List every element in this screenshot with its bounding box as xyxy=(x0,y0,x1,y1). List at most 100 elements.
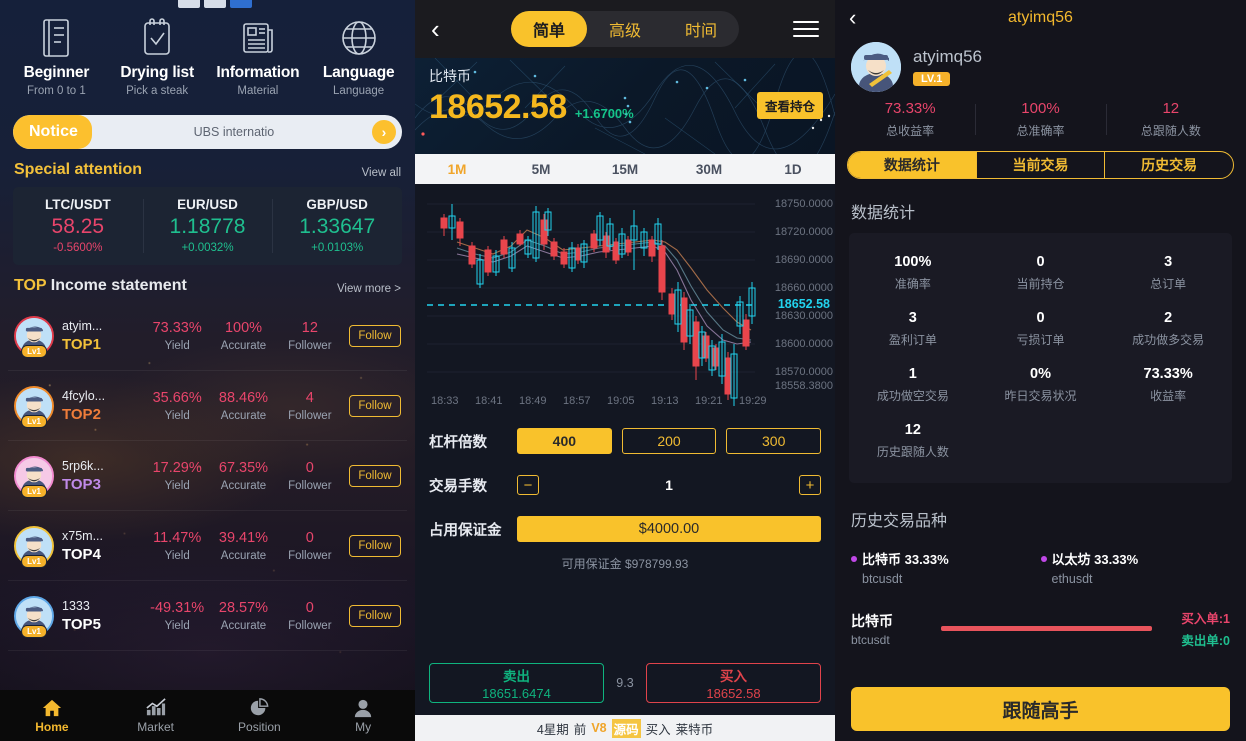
y-axis-tick: 18750.0000 xyxy=(774,198,833,210)
segment-time[interactable]: 时间 xyxy=(663,11,739,47)
decrement-button[interactable]: − xyxy=(517,475,539,495)
segment-simple[interactable]: 简单 xyxy=(510,11,587,47)
x-axis: 18:33 18:41 18:49 18:57 19:05 19:13 19:2… xyxy=(415,395,835,407)
quick-action-drying-list[interactable]: Drying list Pick a steak xyxy=(107,14,208,97)
follow-master-button[interactable]: 跟随高手 xyxy=(851,687,1230,731)
view-more-link[interactable]: View more > xyxy=(337,283,401,295)
tab-current-trades[interactable]: 当前交易 xyxy=(977,152,1106,178)
trader-yield: 35.66% Yield xyxy=(144,390,210,422)
timeframe-1m[interactable]: 1M xyxy=(415,162,499,177)
trade-ticker-footer: 4星期 前 V8 源码 买入 莱特币 xyxy=(415,715,835,741)
pair-change: -0.5600% xyxy=(53,242,103,254)
window-close-button[interactable] xyxy=(230,0,252,8)
value: 17.29% xyxy=(152,459,202,476)
leverage-option-300[interactable]: 300 xyxy=(726,428,822,454)
tab-market[interactable]: Market xyxy=(104,690,208,741)
timeframe-1d[interactable]: 1D xyxy=(751,162,835,177)
stat-cell: 73.33% 收益率 xyxy=(1104,357,1232,413)
stat-cell: 1 成功做空交易 xyxy=(849,357,977,413)
back-icon[interactable]: ‹ xyxy=(431,16,457,42)
window-minimize-button[interactable] xyxy=(178,0,200,8)
follow-button[interactable]: Follow xyxy=(348,464,401,487)
value: 12 xyxy=(1162,100,1180,117)
profile-stat: 100% 总准确率 xyxy=(975,100,1105,139)
quick-action-sub: Material xyxy=(237,85,279,97)
quick-action-title: Information xyxy=(216,64,300,81)
quick-action-beginner[interactable]: Beginner From 0 to 1 xyxy=(6,14,107,97)
trader-identity: atyim... TOP1 xyxy=(62,319,144,353)
sell-button[interactable]: 卖出 18651.6474 xyxy=(429,663,604,703)
menu-icon[interactable] xyxy=(792,21,819,37)
label: 成功做多交易 xyxy=(1132,333,1205,347)
timeframe-15m[interactable]: 15M xyxy=(583,162,667,177)
tab-position[interactable]: Position xyxy=(208,690,312,741)
timeframe-5m[interactable]: 5M xyxy=(499,162,583,177)
tab-history-trades[interactable]: 历史交易 xyxy=(1105,152,1233,178)
window-maximize-button[interactable] xyxy=(204,0,226,8)
avatar-wrap: Lv1 xyxy=(14,385,54,428)
chevron-right-icon[interactable]: › xyxy=(372,120,396,144)
quick-action-information[interactable]: Information Material xyxy=(208,14,309,97)
variety-item: 比特币 33.33% btcusdt xyxy=(851,549,1041,586)
varieties-legend: 比特币 33.33% btcusdt 以太坊 33.33% ethusdt xyxy=(835,539,1246,586)
trader-follower: 0 Follower xyxy=(277,600,343,632)
list-item[interactable]: Lv1 4fcylo... TOP2 35.66% Yield 88.46% A… xyxy=(8,371,407,441)
bottom-tab-bar: Home Market Position My xyxy=(0,690,415,741)
follow-button[interactable]: Follow xyxy=(348,604,401,627)
profile-username: atyimq56 xyxy=(913,47,982,66)
pair-card[interactable]: EUR/USD 1.18778 +0.0032% xyxy=(142,187,273,265)
value: 4 xyxy=(305,389,314,406)
label: 成功做空交易 xyxy=(876,389,949,403)
avatar-wrap: Lv1 xyxy=(14,455,54,498)
value: 12 xyxy=(301,319,318,336)
value: 35.66% xyxy=(152,389,202,406)
buy-orders-count: 买入单:1 xyxy=(1181,612,1230,626)
y-axis-tick: 18630.0000 xyxy=(774,310,833,322)
follow-button[interactable]: Follow xyxy=(348,394,401,417)
window-controls[interactable] xyxy=(178,0,252,8)
level-badge: Lv1 xyxy=(21,414,47,428)
list-item[interactable]: Lv1 1333 TOP5 -49.31% Yield 28.57% Accur… xyxy=(8,581,407,651)
variety-head: 比特币 33.33% xyxy=(851,549,1041,568)
list-item[interactable]: Lv1 x75m... TOP4 11.47% Yield 39.41% Acc… xyxy=(8,511,407,581)
tab-my[interactable]: My xyxy=(311,690,415,741)
sell-orders-count: 卖出单:0 xyxy=(1181,634,1230,648)
leverage-option-400[interactable]: 400 xyxy=(517,428,612,454)
avatar-wrap: Lv1 xyxy=(14,525,54,568)
notice-banner[interactable]: Notice UBS internatio › xyxy=(13,115,402,149)
segment-advanced[interactable]: 高级 xyxy=(587,11,663,47)
follow-button[interactable]: Follow xyxy=(348,534,401,557)
tab-home[interactable]: Home xyxy=(0,690,104,741)
trader-identity: 4fcylo... TOP2 xyxy=(62,389,144,423)
sell-price: 18651.6474 xyxy=(482,686,551,701)
news-icon xyxy=(208,14,309,62)
level-badge: Lv1 xyxy=(21,624,47,638)
list-item[interactable]: Lv1 atyim... TOP1 73.33% Yield 100% Accu… xyxy=(8,301,407,371)
stat-cell: 3 总订单 xyxy=(1104,245,1232,301)
pair-card[interactable]: GBP/USD 1.33647 +0.0103% xyxy=(272,187,402,265)
app-root: Beginner From 0 to 1 Drying list Pick a … xyxy=(0,0,1246,741)
buy-button[interactable]: 买入 18652.58 xyxy=(646,663,821,703)
label: Yield xyxy=(164,409,190,422)
label: 总跟随人数 xyxy=(1140,124,1201,138)
profile-identity: atyimq56 LV.1 xyxy=(901,47,982,87)
footer-part-3: V8 xyxy=(591,721,607,735)
view-all-link[interactable]: View all xyxy=(362,167,401,179)
pair-card[interactable]: LTC/USDT 58.25 -0.5600% xyxy=(13,187,143,265)
lots-value[interactable]: 1 xyxy=(539,477,799,493)
footer-part-2: 前 xyxy=(573,722,587,737)
view-positions-button[interactable]: 查看持仓 xyxy=(756,92,823,119)
timeframe-30m[interactable]: 30M xyxy=(667,162,751,177)
list-item[interactable]: Lv1 5rp6k... TOP3 17.29% Yield 67.35% Ac… xyxy=(8,441,407,511)
label: Follower xyxy=(288,479,332,492)
leverage-option-200[interactable]: 200 xyxy=(621,428,717,454)
mode-segmented-control: 简单 高级 时间 xyxy=(510,11,740,47)
tab-data-statistics[interactable]: 数据统计 xyxy=(848,152,977,178)
follow-button[interactable]: Follow xyxy=(348,324,401,347)
quick-action-language[interactable]: Language Language xyxy=(308,14,409,97)
candlestick-chart[interactable]: 18750.0000 18720.0000 18690.0000 18660.0… xyxy=(415,184,835,409)
checklist-icon xyxy=(107,14,208,62)
increment-button[interactable]: + xyxy=(799,475,821,495)
variety-bar-label: 比特币 btcusdt xyxy=(851,611,931,647)
price-hero: 比特币 18652.58 +1.6700% 查看持仓 xyxy=(415,58,835,154)
